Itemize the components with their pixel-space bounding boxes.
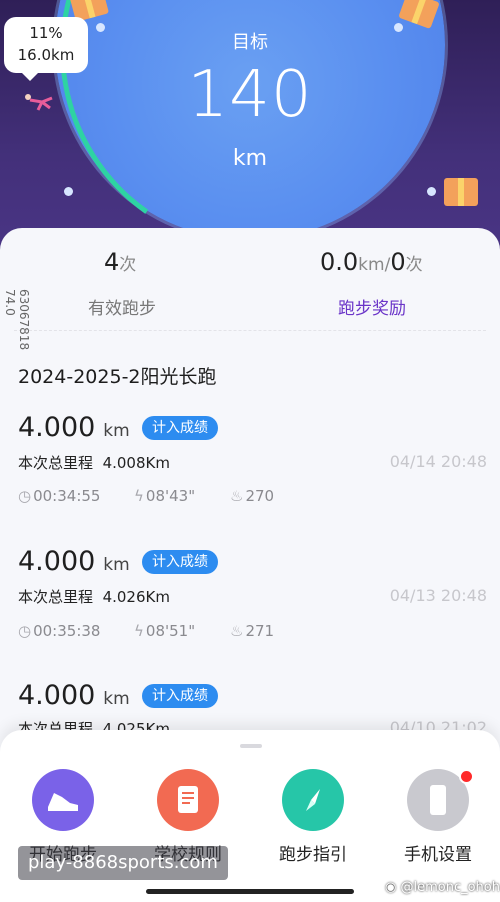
record-total-label: 本次总里程 [18,588,94,606]
record-duration: ◷ 00:34:55 [18,487,100,505]
site-watermark: play-8868sports.com [18,846,228,880]
record-date: 04/13 20:48 [389,586,487,605]
orbit-dot [427,187,436,196]
clock-icon: ◷ [18,622,32,640]
reward-km: 0.0 [320,248,359,276]
record-date: 04/14 20:48 [389,452,487,471]
record-distance-unit: km [103,555,130,575]
reward-count: 0 [390,248,406,276]
orbit-dot [64,187,73,196]
record-pace-value: 08'51" [145,622,196,640]
record-duration: ◷ 00:35:38 [18,622,100,640]
notification-dot [459,769,474,784]
section-title: 2024-2025-2阳光长跑 [18,366,217,388]
reward-km-unit: km/ [358,255,391,275]
nav-label-run-guide[interactable]: 跑步指引 [258,840,368,865]
goal-unit: km [232,146,268,171]
record-pace: ϟ 08'51" [134,622,195,640]
record-pace: ϟ 08'43" [134,487,195,505]
lightning-icon: ϟ [134,622,144,640]
runner-icon [25,94,53,111]
record-distance: 4.000 km [18,680,130,711]
divider [14,330,486,331]
record-duration-value: 00:35:38 [33,622,101,640]
rules-book-icon[interactable] [157,769,219,831]
record-distance-unit: km [103,689,130,709]
record-distance-unit: km [103,421,130,441]
record-calories-value: 270 [245,487,275,505]
flame-icon: ♨ [230,622,244,640]
lightning-icon: ϟ [134,487,144,505]
record-total-value: 4.008Km [102,454,170,472]
reward-label[interactable]: 跑步奖励 [338,294,406,319]
record-total: 本次总里程 4.008Km [18,452,170,473]
record-distance-value: 4.000 [18,546,96,577]
valid-runs-count: 4 [104,248,120,276]
progress-distance: 16.0km [17,46,75,64]
weibo-watermark: ◉ @lemonc_ohoh [385,880,500,895]
weibo-handle: @lemonc_ohoh [400,880,500,895]
record-distance: 4.000 km [18,412,130,443]
goal-header: 目标 140 km 11% 16.0km [0,0,500,260]
counted-badge: 计入成绩 [142,550,218,574]
record-calories: ♨ 271 [230,622,274,640]
valid-runs-unit: 次 [119,255,137,275]
record-total-value: 4.026Km [102,588,170,606]
reward-count-unit: 次 [405,255,423,275]
flame-icon: ♨ [230,487,244,505]
record-calories-value: 271 [245,622,275,640]
record-total-label: 本次总里程 [18,454,94,472]
progress-bubble: 11% 16.0km [4,17,88,81]
reward-stat[interactable]: 0.0km/0次 [320,248,423,276]
record-pace-value: 08'43" [145,487,196,505]
record-distance-value: 4.000 [18,412,96,443]
home-indicator[interactable] [146,889,354,894]
nav-label-phone-settings[interactable]: 手机设置 [383,840,493,865]
clock-icon: ◷ [18,487,32,505]
record-calories: ♨ 270 [230,487,274,505]
counted-badge: 计入成绩 [142,684,218,708]
valid-runs-label: 有效跑步 [88,299,156,319]
counted-badge: 计入成绩 [142,416,218,440]
record-duration-value: 00:34:55 [33,487,101,505]
sheet-drag-handle[interactable] [240,744,262,748]
running-shoe-icon[interactable] [32,769,94,831]
record-distance-value: 4.000 [18,680,96,711]
compass-icon[interactable] [282,769,344,831]
progress-percent: 11% [29,24,63,42]
record-distance: 4.000 km [18,546,130,577]
valid-runs-stat[interactable]: 4次 [104,248,136,276]
record-total: 本次总里程 4.026Km [18,586,170,607]
gift-icon[interactable] [444,178,478,206]
